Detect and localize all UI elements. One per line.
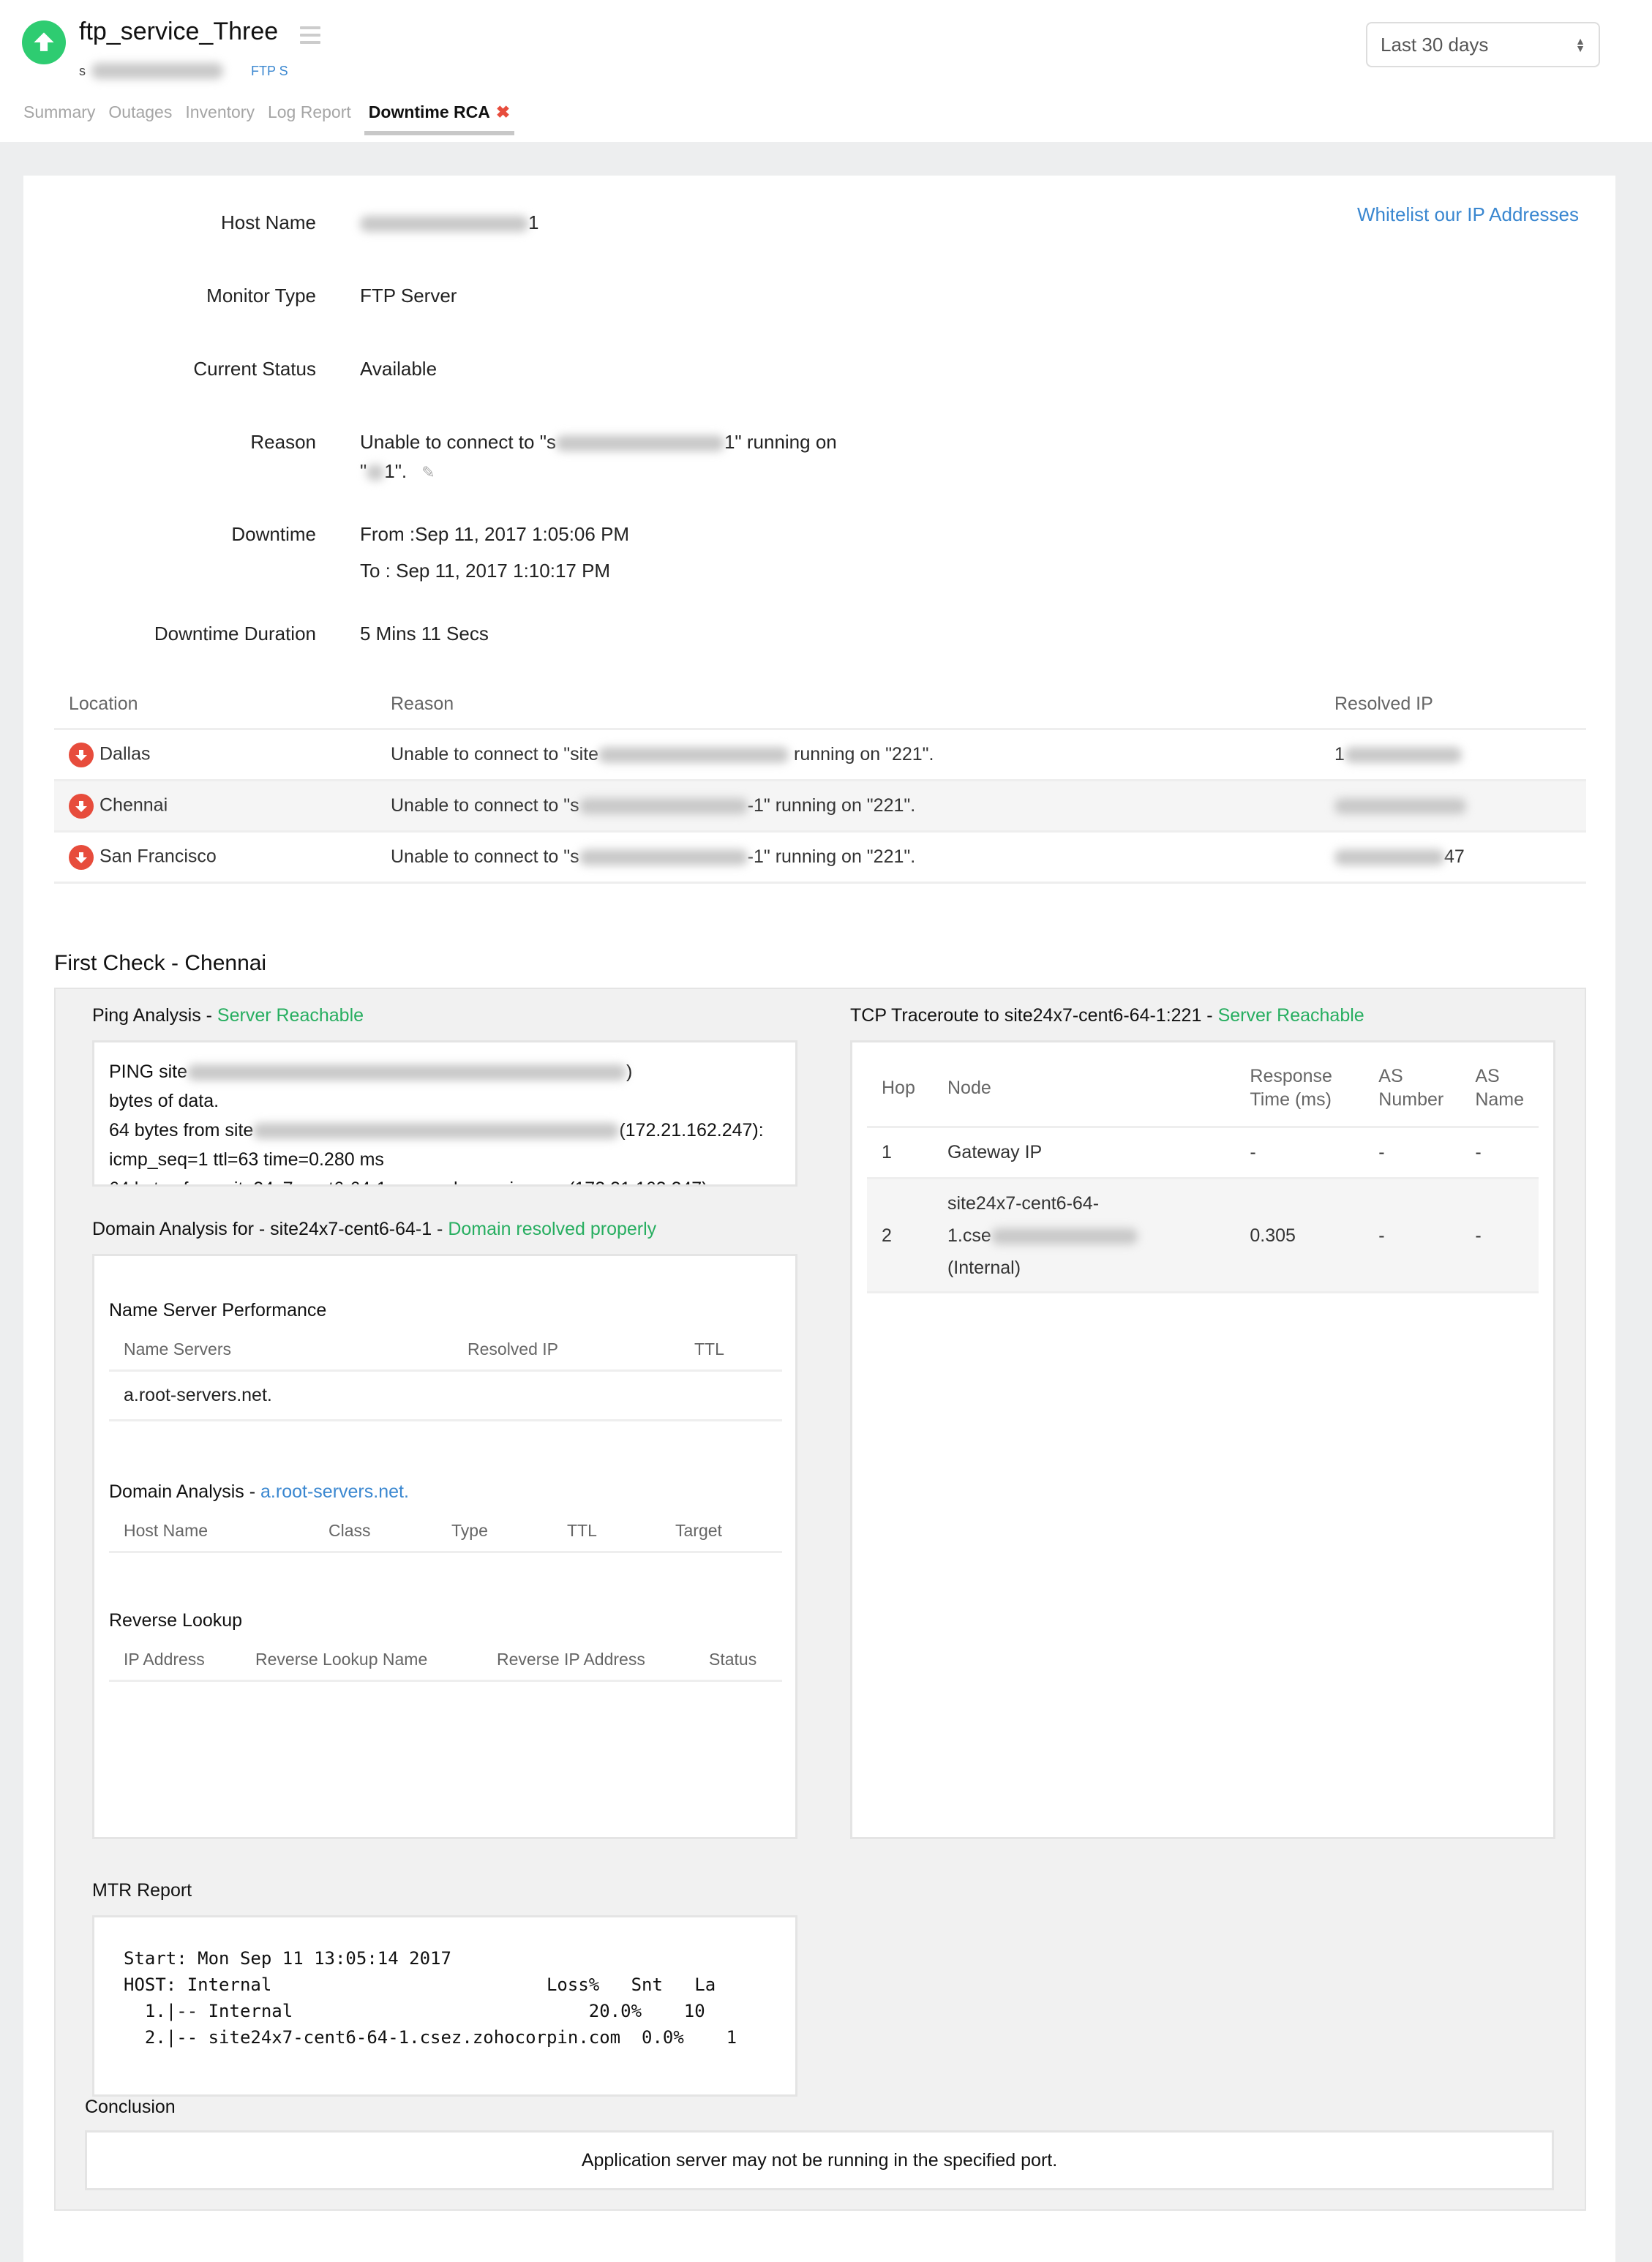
down-arrow-icon (69, 844, 94, 870)
downtime-from: From :Sep 11, 2017 1:05:06 PM (360, 523, 630, 545)
domain-analysis-box: Name Server Performance Name Servers Res… (92, 1254, 797, 1839)
monitor-header: ftp_service_Three s FTP S Summary Outage… (0, 0, 1652, 142)
page-scrollbar[interactable] (1615, 142, 1652, 2262)
conclusion-title: Conclusion (85, 2097, 176, 2117)
table-row: Chennai Unable to connect to "s -1" runni… (54, 780, 1586, 833)
reason-value: Unable to connect to "s 1" running on " 1"… (360, 431, 837, 482)
host-name-value: 1 (360, 208, 538, 237)
monitor-type-row: Monitor Type FTP Server (23, 281, 457, 310)
monitor-type-link[interactable]: FTP S (251, 64, 288, 79)
downtime-label: Downtime (231, 523, 316, 545)
reverse-lookup-title: Reverse Lookup (109, 1610, 243, 1631)
ping-status: Server Reachable (217, 1005, 364, 1026)
down-arrow-icon (69, 742, 94, 767)
traceroute-title: TCP Traceroute to site24x7-cent6-64-1:22… (850, 1005, 1364, 1026)
table-row: Dallas Unable to connect to "site runnin… (54, 729, 1586, 781)
col-resolved-ip: Resolved IP (1320, 680, 1586, 730)
location-name: Dallas (100, 743, 151, 764)
up-arrow-icon (22, 20, 66, 64)
host-name-row: Host Name 1 (23, 208, 539, 237)
table-row: San Francisco Unable to connect to "s -1"… (54, 831, 1586, 884)
domain-analysis-title: Domain Analysis for - site24x7-cent6-64-… (92, 1219, 657, 1239)
location-name: Chennai (100, 794, 168, 816)
domain-status: Domain resolved properly (448, 1219, 657, 1239)
col-location: Location (54, 680, 376, 730)
traceroute-table: Hop Node Response Time (ms) AS Number AS… (867, 1042, 1539, 1293)
name-server-performance-title: Name Server Performance (109, 1300, 327, 1320)
resolved-ip: 47 (1320, 831, 1586, 884)
select-arrows-icon: ▲ ▼ (1575, 35, 1585, 54)
downtime-row: Downtime From :Sep 11, 2017 1:05:06 PM T… (23, 519, 629, 589)
close-icon[interactable]: ✖ (496, 102, 510, 121)
table-row: 2 site24x7-cent6-64- 1.cse (Internal) 0.30… (867, 1178, 1539, 1293)
first-check-panel: Ping Analysis - Server Reachable PING si… (54, 988, 1586, 2211)
name-server-table: Name Servers Resolved IP TTL a.root-serv… (109, 1329, 782, 1421)
table-row: 1 Gateway IP - - - (867, 1127, 1539, 1179)
ping-analysis-title: Ping Analysis - Server Reachable (92, 1005, 364, 1026)
current-status-row: Current Status Available (23, 354, 437, 383)
downtime-duration-row: Downtime Duration 5 Mins 11 Secs (23, 619, 489, 648)
col-reason: Reason (376, 680, 1320, 730)
monitor-type-value: FTP Server (360, 285, 457, 307)
resolved-ip: 1 (1320, 729, 1586, 781)
host-prefix: s (79, 63, 86, 78)
resolved-ip (1320, 780, 1586, 833)
location-table: Location Reason Resolved IP Dallas Unabl… (54, 680, 1586, 884)
tab-downtime-rca[interactable]: Downtime RCA ✖ (364, 102, 515, 135)
ping-output-box[interactable]: PING site) bytes of data. 64 bytes from … (92, 1040, 797, 1187)
period-select-value: Last 30 days (1381, 33, 1489, 56)
traceroute-status: Server Reachable (1217, 1005, 1364, 1026)
location-name: San Francisco (100, 846, 217, 867)
current-status-value: Available (360, 358, 438, 380)
tab-bar: Summary Outages Inventory Log Report Dow… (23, 102, 515, 135)
tab-outages[interactable]: Outages (108, 102, 172, 135)
table-row: a.root-servers.net. (109, 1370, 782, 1421)
location-reason: Unable to connect to "s -1" running on "2… (376, 780, 1320, 833)
downtime-duration-label: Downtime Duration (154, 623, 316, 645)
monitor-name: ftp_service_Three (79, 18, 279, 45)
mtr-report-box[interactable]: Start: Mon Sep 11 13:05:14 2017 HOST: In… (92, 1915, 797, 2097)
tab-summary[interactable]: Summary (23, 102, 95, 135)
reason-label: Reason (250, 431, 316, 453)
period-select[interactable]: Last 30 days ▲ ▼ (1366, 22, 1600, 67)
location-reason: Unable to connect to "s -1" running on "2… (376, 831, 1320, 884)
reverse-lookup-table: IP Address Reverse Lookup Name Reverse I… (109, 1639, 782, 1682)
location-reason: Unable to connect to "site running on "2… (376, 729, 1320, 781)
traceroute-box: Hop Node Response Time (ms) AS Number AS… (850, 1040, 1555, 1839)
tab-downtime-rca-label: Downtime RCA (368, 102, 490, 121)
monitor-type-label: Monitor Type (206, 285, 316, 307)
domain-records-table: Host Name Class Type TTL Target (109, 1511, 782, 1553)
page-body: Whitelist our IP Addresses Host Name 1 M… (0, 142, 1652, 2262)
conclusion-box: Application server may not be running in… (85, 2130, 1554, 2190)
downtime-to: To : Sep 11, 2017 1:10:17 PM (360, 560, 611, 582)
hamburger-menu-icon[interactable] (300, 26, 320, 44)
down-arrow-icon (69, 793, 94, 819)
conclusion-text: Application server may not be running in… (581, 2149, 1058, 2171)
mtr-report-title: MTR Report (92, 1880, 192, 1901)
downtime-value: From :Sep 11, 2017 1:05:06 PM To : Sep 1… (360, 516, 629, 589)
root-server-link[interactable]: a.root-servers.net. (260, 1481, 409, 1502)
tab-inventory[interactable]: Inventory (185, 102, 255, 135)
reason-row: Reason Unable to connect to "s 1" running… (23, 427, 837, 487)
edit-pencil-icon[interactable]: ✎ (421, 463, 435, 481)
downtime-duration-value: 5 Mins 11 Secs (360, 623, 489, 645)
mtr-report-text: Start: Mon Sep 11 13:05:14 2017 HOST: In… (124, 1948, 737, 2048)
redacted-host (91, 63, 223, 79)
monitor-subline: s FTP S (79, 63, 288, 79)
rca-card: Whitelist our IP Addresses Host Name 1 M… (23, 176, 1615, 2262)
whitelist-ip-link[interactable]: Whitelist our IP Addresses (1357, 203, 1579, 226)
host-name-label: Host Name (220, 211, 316, 233)
first-check-title: First Check - Chennai (54, 951, 267, 975)
domain-analysis-subtitle: Domain Analysis - a.root-servers.net. (109, 1481, 409, 1502)
current-status-label: Current Status (193, 358, 316, 380)
tab-log-report[interactable]: Log Report (268, 102, 351, 135)
